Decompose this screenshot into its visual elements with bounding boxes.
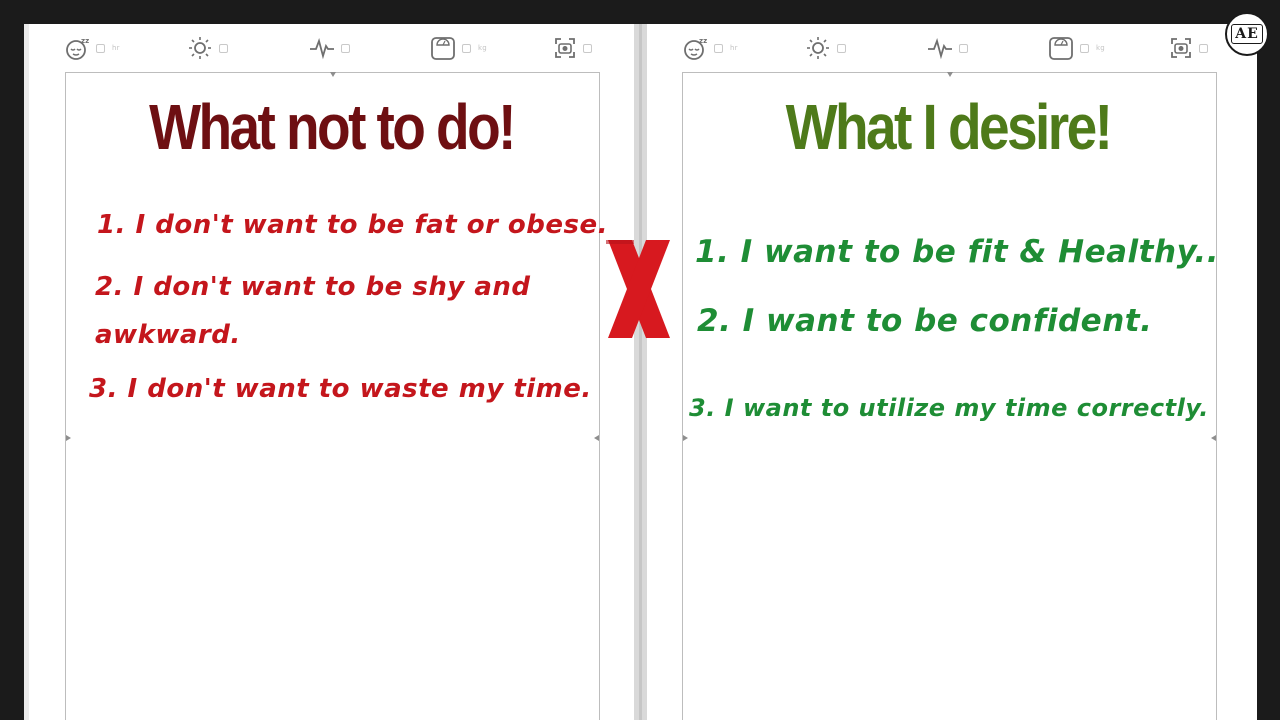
heartbeat-checkbox[interactable] [959,43,968,53]
heartbeat-tracker[interactable] [927,36,968,60]
sun-checkbox[interactable] [219,43,228,53]
sleep-icon: zz [66,37,89,60]
scale-icon [1049,37,1073,60]
camera-icon [1171,38,1191,58]
right-page: zz hr kg What I desire! 1. I want to be … [647,24,1257,720]
frame-marker-right [594,435,599,441]
sun-icon [189,37,211,59]
sun-checkbox[interactable] [837,43,846,53]
left-heading: What not to do! [149,91,516,163]
heartbeat-tracker[interactable] [309,36,350,60]
sleep-checkbox[interactable] [714,43,723,53]
frame-marker-left [66,435,71,441]
camera-checkbox[interactable] [1199,43,1208,53]
right-heading: What I desire! [785,91,1113,163]
left-item-1: 1. I don't want to be fat or obese. [97,210,609,240]
left-page: zz hr kg What not to do! 1. I don't want… [29,24,634,720]
sleep-tracker[interactable]: zz hr [682,36,738,60]
sleep-unit: hr [730,44,738,52]
scale-checkbox[interactable] [462,43,471,53]
heartbeat-checkbox[interactable] [341,43,350,53]
page-gutter [634,24,647,720]
sleep-icon: zz [684,37,707,60]
x-mark-icon [606,240,670,338]
sun-tracker[interactable] [805,36,846,60]
left-item-2-continued: awkward. [95,320,241,350]
sleep-tracker[interactable]: zz hr [64,36,120,60]
scale-checkbox[interactable] [1080,43,1089,53]
frame-marker-top [329,72,336,77]
camera-checkbox[interactable] [583,43,592,53]
right-item-3: 3. I want to utilize my time correctly. [689,394,1209,422]
frame-marker-top [946,72,953,77]
scale-tracker[interactable]: kg [1048,36,1105,60]
camera-icon [555,38,575,58]
sleep-checkbox[interactable] [96,43,105,53]
sun-icon [807,37,829,59]
left-tracker-toolbar: zz hr kg [29,24,634,70]
right-item-2: 2. I want to be confident. [697,303,1153,339]
camera-tracker[interactable] [1169,36,1208,60]
frame-marker-left [683,435,688,441]
sleep-unit: hr [112,44,120,52]
scale-icon [431,37,455,60]
right-tracker-toolbar: zz hr kg [647,24,1257,70]
svg-text:zz: zz [81,37,89,45]
channel-logo-badge: AE [1225,12,1269,56]
heartbeat-icon [310,38,334,60]
badge-text: AE [1231,24,1263,44]
camera-tracker[interactable] [553,36,592,60]
sun-tracker[interactable] [187,36,228,60]
scale-unit: kg [1096,44,1105,52]
frame-marker-right [1211,435,1216,441]
scale-unit: kg [478,44,487,52]
left-item-2: 2. I don't want to be shy and [95,272,531,302]
heartbeat-icon [928,38,952,60]
scale-tracker[interactable]: kg [430,36,487,60]
left-item-3: 3. I don't want to waste my time. [89,374,592,404]
svg-text:zz: zz [699,37,707,45]
right-item-1: 1. I want to be fit & Healthy.. [695,234,1219,270]
